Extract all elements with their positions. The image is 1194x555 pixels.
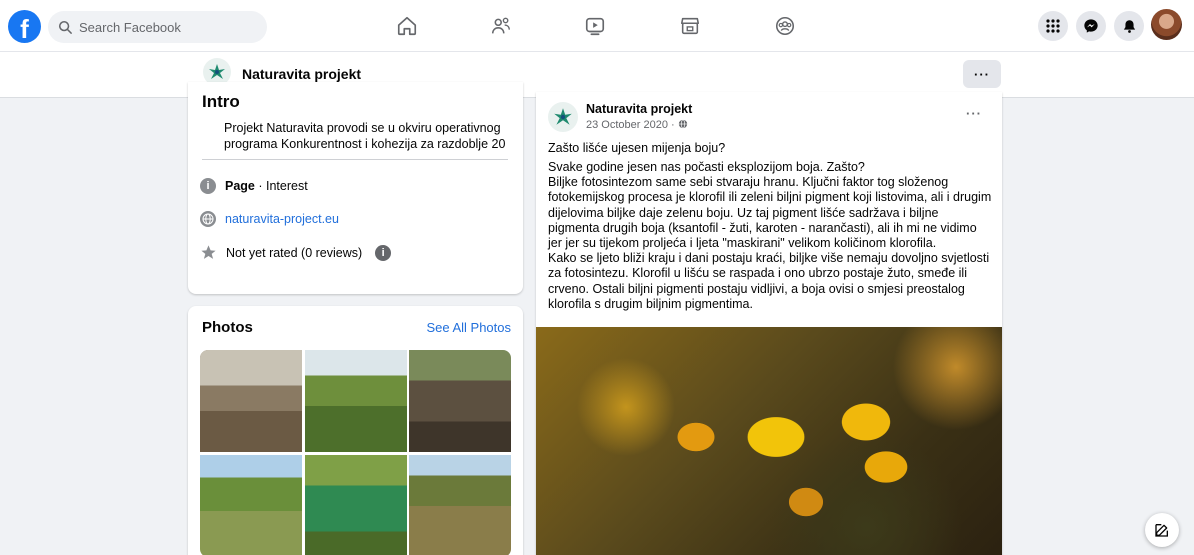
profile-avatar[interactable] [1151,9,1182,40]
rating-text: Not yet rated (0 reviews) [226,245,363,260]
new-message-button[interactable] [1145,513,1179,547]
info-icon: i [200,178,216,194]
globe-icon [678,119,687,129]
photos-card: Photos See All Photos [188,306,523,555]
photos-title: Photos [202,319,253,336]
post-timestamp[interactable]: 23 October 2020 · [586,119,688,131]
home-icon[interactable] [393,12,421,40]
messenger-icon[interactable] [1076,11,1106,41]
post-author-name[interactable]: Naturavita projekt [586,102,692,116]
website-row: naturavita-project.eu [200,211,339,227]
naturavita-leaf-logo [209,64,225,79]
intro-card: Intro Projekt Naturavita provodi se u ok… [188,82,523,294]
photo-grid [200,350,511,555]
search-icon [58,20,72,34]
intro-title: Intro [202,92,240,111]
watch-icon[interactable] [581,12,609,40]
facebook-logo[interactable]: f [8,10,41,43]
category-value: · Interest [258,179,308,193]
search-input[interactable] [79,19,249,35]
post-date-text: 23 October 2020 · [586,119,678,131]
top-navigation-bar: f [0,0,1194,52]
compose-icon [1155,524,1168,537]
post-headline: Zašto lišće ujesen mijenja boju? [548,141,726,155]
post-options-button[interactable]: ··· [966,106,982,121]
rating-info-icon[interactable]: i [375,244,392,261]
notifications-icon[interactable] [1114,11,1144,41]
photo-thumbnail[interactable] [409,454,511,555]
globe-icon [200,211,216,227]
post-image-autumn-oak-leaves[interactable] [536,327,1002,555]
search-box[interactable] [48,11,267,43]
photo-thumbnail[interactable] [304,454,407,555]
photo-thumbnail[interactable] [200,454,302,555]
photo-thumbnail[interactable] [200,350,302,452]
marketplace-icon[interactable] [676,12,704,40]
photo-thumbnail[interactable] [304,350,407,452]
page-category-row: i Page · Interest [200,178,308,194]
post-text: Svake godine jesen nas počasti eksplozij… [548,160,992,311]
post-author-avatar[interactable] [548,102,578,132]
menu-grid-icon[interactable] [1038,11,1068,41]
naturavita-leaf-logo [554,108,572,125]
post-card: Naturavita projekt 23 October 2020 · ···… [536,92,1002,555]
groups-icon[interactable] [771,12,799,40]
friends-icon[interactable] [487,12,515,40]
page-title[interactable]: Naturavita projekt [242,66,361,82]
photo-thumbnail[interactable] [409,350,511,452]
see-all-photos-link[interactable]: See All Photos [426,320,511,335]
star-icon [201,245,216,259]
website-link[interactable]: naturavita-project.eu [225,212,339,226]
rating-row: Not yet rated (0 reviews) i [200,244,392,261]
category-label: Page [225,179,255,193]
page-more-button[interactable]: ··· [963,60,1001,88]
intro-description: Projekt Naturavita provodi se u okviru o… [224,121,506,151]
divider [202,159,508,160]
